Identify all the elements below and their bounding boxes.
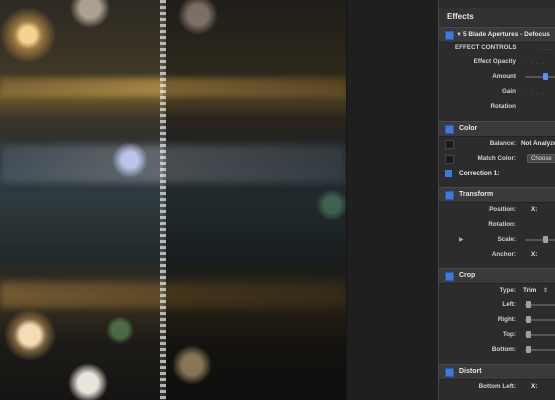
rotation-label: Rotation (490, 103, 516, 110)
crop-top-row: Top: (439, 328, 555, 342)
distort-title: Distort (459, 368, 482, 375)
crop-right-row: Right: (439, 313, 555, 327)
anchor-row: Anchor: X: (439, 248, 555, 262)
transform-header[interactable]: Transform (439, 187, 555, 203)
crop-top-knob[interactable] (526, 331, 531, 338)
anchor-x-label: X: (531, 251, 538, 258)
crop-top-label: Top: (502, 331, 516, 338)
transform-title: Transform (459, 191, 494, 198)
bottom-left-row: Bottom Left: X: (439, 380, 555, 394)
match-color-checkbox[interactable] (445, 155, 454, 164)
position-label: Position: (489, 206, 516, 213)
popup-arrows-icon[interactable]: ⇕ (543, 284, 548, 298)
amount-slider-knob[interactable] (543, 73, 548, 80)
split-view-divider[interactable] (160, 0, 166, 400)
effect-opacity-row: Effect Opacity · · · · (439, 55, 555, 69)
correction-label: Correction 1: (459, 170, 500, 177)
color-header[interactable]: Color (439, 121, 555, 137)
choose-button[interactable]: Choose (527, 154, 555, 163)
correction-checkbox[interactable] (445, 170, 452, 177)
crop-left-label: Left: (502, 301, 516, 308)
scale-slider[interactable] (525, 239, 555, 241)
bottom-left-x-label: X: (531, 383, 538, 390)
balance-checkbox[interactable] (445, 140, 454, 149)
correction-row[interactable]: Correction 1: (439, 167, 555, 181)
amount-slider[interactable] (525, 76, 555, 78)
crop-bottom-label: Bottom: (491, 346, 516, 353)
effect-name: 5 Blade Apertures - Defocus (463, 31, 550, 38)
balance-row: Balance: Not Analyzed (439, 137, 555, 151)
crop-type-row: Type: Trim ⇕ (439, 284, 555, 298)
scale-row: ▶ Scale: (439, 233, 555, 247)
crop-bottom-knob[interactable] (526, 346, 531, 353)
inspector-panel: Effects ▼ 5 Blade Apertures - Defocus EF… (438, 0, 555, 400)
position-x-label: X: (531, 206, 538, 213)
video-viewer[interactable] (0, 0, 346, 400)
crop-right-knob[interactable] (526, 316, 531, 323)
inspector-gutter (346, 0, 439, 400)
crop-left-knob[interactable] (526, 301, 531, 308)
slider-track[interactable]: · · · · (525, 57, 545, 71)
color-enable-checkbox[interactable] (445, 125, 454, 134)
position-row: Position: X: (439, 203, 555, 217)
crop-bottom-row: Bottom: (439, 343, 555, 357)
disclosure-triangle-icon[interactable]: ▶ (459, 233, 464, 247)
transform-rotation-label: Rotation: (488, 221, 516, 228)
crop-header[interactable]: Crop (439, 268, 555, 284)
distort-enable-checkbox[interactable] (445, 368, 454, 377)
split-view-after (163, 0, 346, 400)
balance-value: Not Analyzed (521, 140, 555, 147)
amount-row: Amount (439, 70, 555, 84)
scale-label: Scale: (497, 236, 516, 243)
crop-title: Crop (459, 272, 476, 279)
crop-left-row: Left: (439, 298, 555, 312)
transform-enable-checkbox[interactable] (445, 191, 454, 200)
scale-slider-knob[interactable] (543, 236, 548, 243)
transform-rotation-row: Rotation: (439, 218, 555, 232)
match-color-row: Match Color: Choose (439, 152, 555, 166)
effect-opacity-label: Effect Opacity (473, 58, 516, 65)
color-title: Color (459, 125, 478, 132)
match-color-label: Match Color: (477, 155, 516, 162)
slider-track[interactable]: · · · · (525, 87, 545, 101)
disclosure-triangle-icon[interactable]: ▼ (456, 28, 462, 42)
crop-right-label: Right: (497, 316, 516, 323)
amount-label: Amount (492, 73, 516, 80)
app-window: Effects ▼ 5 Blade Apertures - Defocus EF… (0, 0, 555, 400)
rotation-row: Rotation (439, 100, 555, 114)
crop-type-popup[interactable]: Trim (523, 284, 536, 298)
effect-enable-checkbox[interactable] (445, 31, 454, 40)
bottom-left-label: Bottom Left: (478, 383, 516, 390)
distort-header[interactable]: Distort (439, 364, 555, 380)
inspector-title: Effects (439, 8, 555, 26)
crop-type-label: Type: (499, 287, 516, 294)
anchor-label: Anchor: (491, 251, 516, 258)
crop-enable-checkbox[interactable] (445, 272, 454, 281)
effect-controls-row: EFFECT CONTROLS ····· (439, 41, 555, 55)
balance-label: Balance: (489, 140, 516, 147)
gain-label: Gain (502, 88, 516, 95)
gain-row: Gain · · · · (439, 85, 555, 99)
